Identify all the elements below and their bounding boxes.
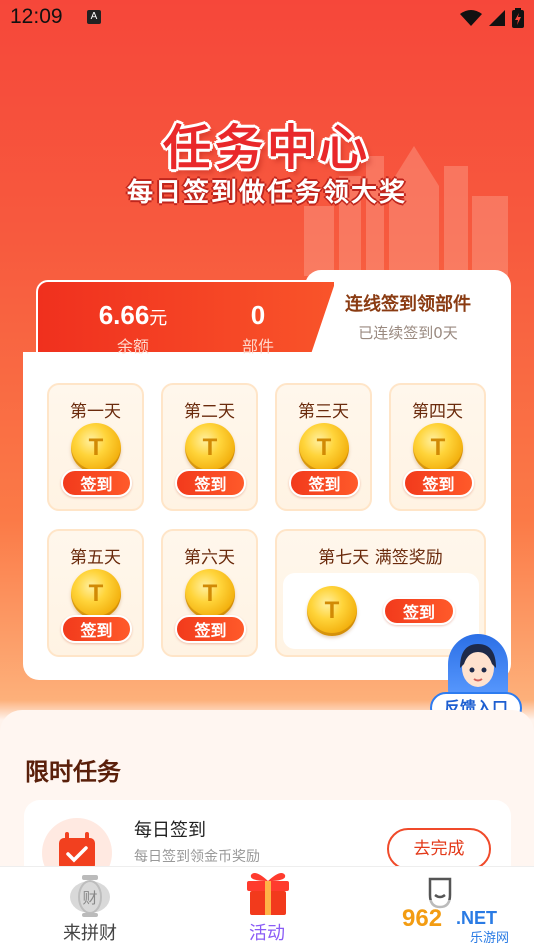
complete-task-button[interactable]: 去完成 — [387, 828, 491, 870]
status-icons — [460, 8, 524, 28]
sign-in-button[interactable]: 签到 — [175, 615, 246, 643]
page-title: 任务中心 — [162, 120, 371, 176]
day-name: 第三天 — [298, 402, 349, 422]
coin-icon — [185, 569, 235, 619]
balance-unit: 元 — [149, 308, 168, 328]
coin-icon — [71, 569, 121, 619]
day-name: 第二天 — [184, 402, 235, 422]
sign-in-card: 连线签到领部件 已连续签到0天 6.66元 余额 0 部件 第一天 签到 第二天… — [23, 270, 511, 680]
sign-in-button[interactable]: 签到 — [175, 469, 246, 497]
balance-value: 6.66 — [98, 300, 150, 330]
svg-text:.NET: .NET — [456, 908, 497, 928]
balance-label: 余额 — [116, 337, 149, 356]
sign-in-button[interactable]: 签到 — [403, 469, 474, 497]
wifi-icon — [460, 10, 482, 26]
tasks-title: 限时任务 — [25, 758, 121, 786]
day-name: 第六天 — [184, 548, 235, 568]
battery-icon — [512, 8, 524, 28]
streak-subtitle: 已连续签到0天 — [358, 324, 458, 342]
day-name: 第五天 — [70, 548, 121, 568]
coin-icon — [71, 423, 121, 473]
sign-in-button[interactable]: 签到 — [383, 597, 455, 625]
nav-item-activity[interactable]: 活动 — [207, 867, 327, 951]
parts-stat: 0 部件 — [213, 300, 303, 356]
notification-a-icon: A — [87, 10, 101, 24]
day-card-6[interactable]: 第六天 签到 — [161, 529, 258, 657]
sign-in-button[interactable]: 签到 — [289, 469, 360, 497]
sign-in-button[interactable]: 签到 — [61, 469, 132, 497]
support-avatar-icon — [448, 634, 508, 700]
lantern-icon: 财 — [70, 875, 110, 917]
svg-text:财: 财 — [82, 889, 97, 907]
day-card-4[interactable]: 第四天 签到 — [389, 383, 486, 511]
streak-title: 连线签到领部件 — [345, 294, 471, 315]
site-watermark: 962 .NET 乐游网 — [398, 900, 528, 946]
task-name: 每日签到 — [134, 820, 206, 841]
day-name: 第七天 满签奖励 — [318, 548, 443, 568]
coin-icon — [185, 423, 235, 473]
day-name: 第四天 — [412, 402, 463, 422]
balance-stat: 6.66元 余额 — [78, 300, 188, 356]
day-card-5[interactable]: 第五天 签到 — [47, 529, 144, 657]
page-subtitle: 每日签到做任务领大奖 — [126, 178, 407, 208]
signal-icon — [489, 10, 505, 26]
tasks-panel: 限时任务 每日签到 每日签到领金币奖励 去完成 — [0, 710, 534, 890]
stats-tab: 6.66元 余额 0 部件 — [36, 280, 336, 354]
gift-icon — [247, 873, 289, 915]
svg-text:962: 962 — [402, 905, 442, 932]
coin-icon — [307, 586, 357, 636]
status-time: 12:09 — [10, 5, 63, 28]
coin-icon — [299, 423, 349, 473]
streak-panel: 连线签到领部件 已连续签到0天 — [305, 270, 511, 360]
task-description: 每日签到领金币奖励 — [134, 849, 260, 865]
nav-label: 来拼财 — [63, 923, 117, 944]
parts-value: 0 — [250, 300, 266, 330]
day-card-2[interactable]: 第二天 签到 — [161, 383, 258, 511]
nav-item-laipincai[interactable]: 财 来拼财 — [30, 867, 150, 951]
status-bar: 12:09 A — [0, 0, 534, 36]
parts-label: 部件 — [241, 337, 274, 356]
day-name: 第一天 — [70, 402, 121, 422]
nav-label: 活动 — [249, 923, 285, 944]
day-card-3[interactable]: 第三天 签到 — [275, 383, 372, 511]
day-card-1[interactable]: 第一天 签到 — [47, 383, 144, 511]
sign-in-button[interactable]: 签到 — [61, 615, 132, 643]
svg-text:乐游网: 乐游网 — [470, 931, 509, 946]
coin-icon — [413, 423, 463, 473]
